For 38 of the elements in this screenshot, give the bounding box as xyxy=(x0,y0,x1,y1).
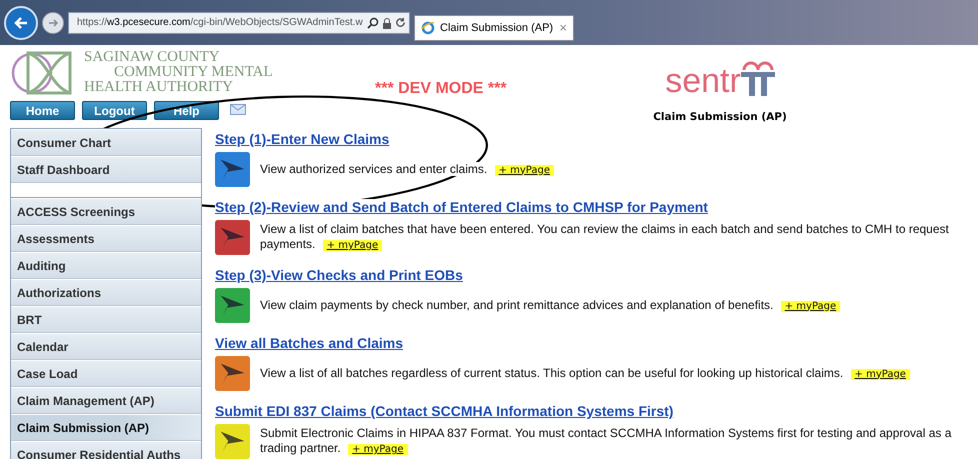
sidebar-item[interactable]: ACCESS Screenings xyxy=(11,198,201,225)
option-description: View claim payments by check number, and print remittance advices and explanation of benefits. + myPage xyxy=(260,298,840,314)
mypage-link[interactable]: + myPage xyxy=(494,164,554,176)
option-link[interactable]: Submit EDI 837 Claims (Contact SCCMHA Information Systems First) xyxy=(215,403,674,419)
mypage-link[interactable]: + myPage xyxy=(850,368,910,380)
sidebar-item[interactable]: Case Load xyxy=(11,360,201,387)
option-link[interactable]: Step (3)-View Checks and Print EOBs xyxy=(215,267,463,283)
sidebar-item[interactable]: Auditing xyxy=(11,252,201,279)
browser-tab[interactable]: Claim Submission (AP) × xyxy=(414,14,574,40)
option-link[interactable]: Step (2)-Review and Send Batch of Entered Claims to CMHSP for Payment xyxy=(215,199,708,215)
option-description: View authorized services and enter claims. + myPage xyxy=(260,162,554,178)
option-link[interactable]: Step (1)-Enter New Claims xyxy=(215,131,390,147)
tab-close-button[interactable]: × xyxy=(559,20,567,35)
mypage-link[interactable]: + myPage xyxy=(348,444,408,455)
sidebar-item[interactable]: Authorizations xyxy=(11,279,201,306)
sidebar-item[interactable]: Consumer Chart xyxy=(11,129,201,156)
sidebar-item[interactable]: BRT xyxy=(11,306,201,333)
option-description: Submit Electronic Claims in HIPAA 837 Format. You must contact SCCMHA Information Systems first for testing and approval as a trading partner. + myPage xyxy=(260,426,952,457)
option-description: View a list of claim batches that have been entered. You can review the claims in each batch and send batches to CMH to request payments. + myPage xyxy=(260,222,950,253)
mypage-link[interactable]: + myPage xyxy=(780,300,840,312)
sidebar-item[interactable]: Assessments xyxy=(11,225,201,252)
url-text: https://w3.pcesecure.com/cgi-bin/WebObjects/SGWAdminTest.w xyxy=(77,17,363,28)
dev-mode-label: *** DEV MODE *** xyxy=(374,80,508,99)
sidebar-item[interactable]: Claim Submission (AP) xyxy=(11,414,201,441)
nav-button[interactable]: Logout xyxy=(82,101,147,120)
product-logo: sentr xyxy=(665,50,775,98)
nav-button[interactable]: Home xyxy=(10,101,75,120)
tab-title: Claim Submission (AP) xyxy=(440,22,554,34)
address-bar[interactable]: https://w3.pcesecure.com/cgi-bin/WebObjects/SGWAdminTest.w xyxy=(68,12,410,34)
option-link[interactable]: View all Batches and Claims xyxy=(215,335,404,351)
sidebar-item[interactable]: Staff Dashboard xyxy=(11,156,201,183)
organization-name: SAGINAW COUNTY COMMUNITY MENTAL HEALTH AUTHORITY xyxy=(84,50,273,97)
option-description: View a list of all batches regardless of current status. This option can be useful for looking up historical claims. + myPage xyxy=(260,366,910,382)
sidebar-item[interactable]: Consumer Residential Auths xyxy=(11,441,201,459)
page-title: Claim Submission (AP) xyxy=(653,111,787,123)
sidebar-item[interactable]: Claim Management (AP) xyxy=(11,387,201,414)
sidebar-item[interactable]: Calendar xyxy=(11,333,201,360)
mypage-link[interactable]: + myPage xyxy=(322,240,382,251)
